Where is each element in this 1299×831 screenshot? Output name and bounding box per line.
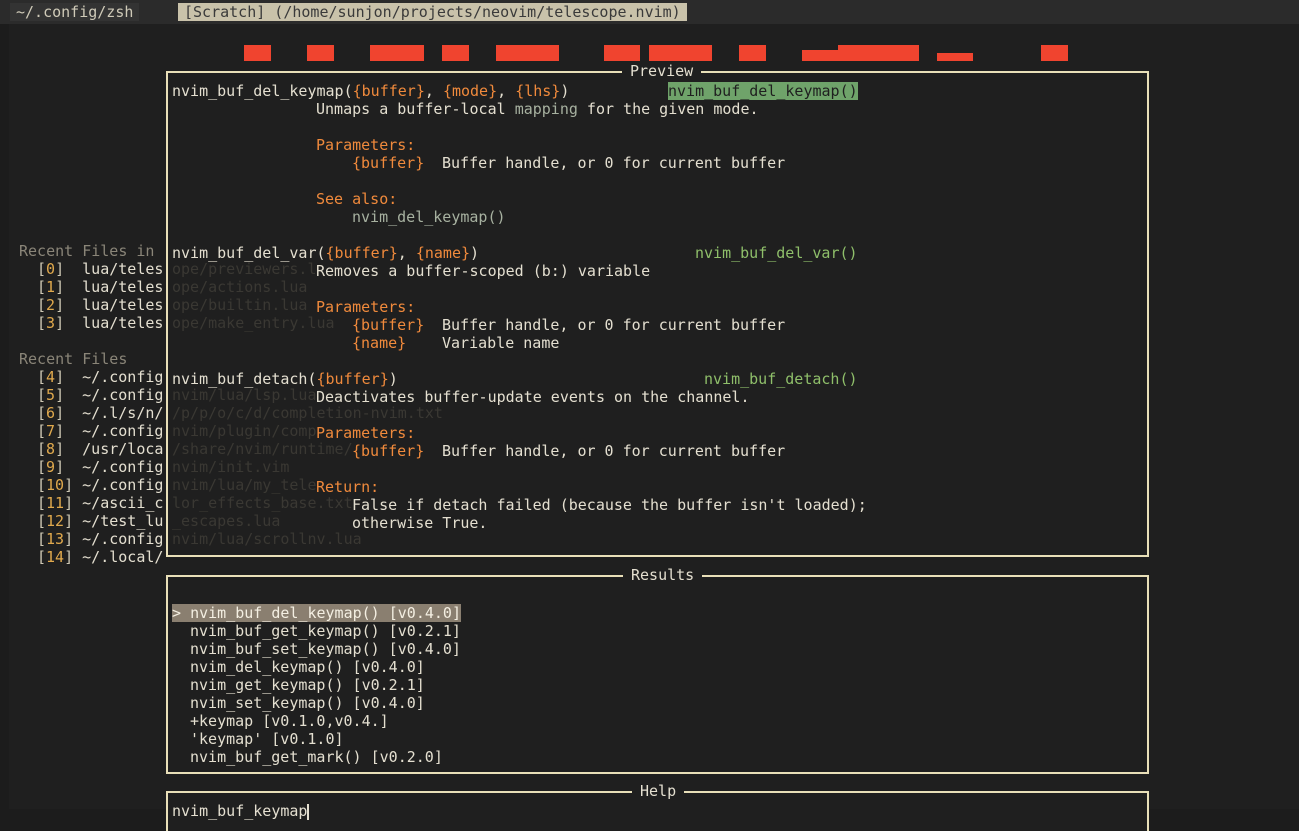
list-item[interactable]: [12] ~/test_lu [37, 512, 163, 530]
tab-zsh-config[interactable]: ~/.config/zsh [10, 3, 140, 21]
list-item[interactable]: [5] ~/.config [37, 386, 163, 404]
result-item[interactable]: 'keymap' [v0.1.0] [190, 730, 344, 748]
list-item[interactable]: [7] ~/.config [37, 422, 163, 440]
prompt-title: Help [632, 782, 685, 800]
parameter-name: {buffer} [352, 316, 425, 334]
background-text: nvim/lua/lsp.lua [172, 386, 317, 404]
parameter-name: {name} [352, 334, 407, 352]
background-text: ope/builtin.lua [172, 296, 308, 314]
result-item[interactable]: nvim_buf_get_keymap() [v0.2.1] [190, 622, 461, 640]
result-item[interactable]: nvim_del_keymap() [v0.4.0] [190, 658, 425, 676]
parameter-desc: Buffer handle, or 0 for current buffer [442, 442, 786, 460]
see-also-link[interactable]: nvim_del_keymap() [352, 208, 506, 226]
results-window: Results > nvim_buf_del_keymap() [v0.4.0]… [166, 566, 1149, 774]
result-item[interactable]: nvim_set_keymap() [v0.4.0] [190, 694, 425, 712]
result-item-selected[interactable]: > nvim_buf_del_keymap() [v0.4.0] [172, 604, 461, 622]
list-item[interactable]: [9] ~/.config [37, 458, 163, 476]
help-tag[interactable]: nvim_buf_del_var() [695, 244, 858, 262]
tab-scratch[interactable]: [Scratch] (/home/sunjon/projects/neovim/… [178, 3, 687, 21]
list-item[interactable]: [13] ~/.config [37, 530, 163, 548]
function-signature: nvim_buf_detach({buffer}) [172, 370, 398, 388]
list-item[interactable]: [3] lua/teles [37, 314, 163, 332]
function-signature: nvim_buf_del_var({buffer}, {name}) [172, 244, 480, 262]
list-item[interactable]: [0] lua/teles [37, 260, 163, 278]
recent-files-heading: Recent Files [19, 350, 128, 368]
help-tag-highlighted[interactable]: nvim_buf_del_keymap() [668, 82, 858, 100]
background-text: nvim/plugin/comp [172, 422, 317, 440]
result-item[interactable]: +keymap [v0.1.0,v0.4.] [190, 712, 389, 730]
function-description: Deactivates buffer-update events on the … [316, 388, 750, 406]
background-text: ope/actions.lua [172, 278, 308, 296]
background-text: _escapes.lua [172, 512, 281, 530]
parameter-desc: Buffer handle, or 0 for current buffer [442, 154, 786, 172]
result-item[interactable]: nvim_buf_get_mark() [v0.2.0] [190, 748, 443, 766]
background-text: /p/p/o/c/d/completion-nvim.txt [172, 404, 443, 422]
background-text: nvim/init.vim [172, 458, 290, 476]
parameter-desc: Buffer handle, or 0 for current buffer [442, 316, 786, 334]
background-text: nvim/lua/scrollnv.lua [172, 530, 362, 548]
list-item[interactable]: [10] ~/.config [37, 476, 163, 494]
result-item[interactable]: nvim_buf_set_keymap() [v0.4.0] [190, 640, 461, 658]
return-desc: otherwise True. [352, 514, 488, 532]
background-text: nvim/lua/my_tele [172, 476, 317, 494]
list-item[interactable]: [8] /usr/loca [37, 440, 163, 458]
results-title: Results [623, 566, 703, 584]
parameter-name: {buffer} [352, 154, 425, 172]
list-item[interactable]: [1] lua/teles [37, 278, 163, 296]
help-link[interactable]: mapping [515, 100, 578, 118]
parameters-heading: Parameters: [316, 298, 416, 316]
parameter-desc: Variable name [442, 334, 560, 352]
text-cursor [307, 803, 310, 820]
return-desc: False if detach failed (because the buff… [352, 496, 867, 514]
help-tag[interactable]: nvim_buf_detach() [704, 370, 858, 388]
parameter-name: {buffer} [352, 442, 425, 460]
parameters-heading: Parameters: [316, 424, 416, 442]
parameters-heading: Parameters: [316, 136, 416, 154]
background-text: /share/nvim/runtime/ [172, 440, 353, 458]
background-text: lor_effects_base.txt [172, 494, 353, 512]
function-description: Unmaps a buffer-local mapping for the gi… [316, 100, 759, 118]
background-text: ope/make_entry.lua [172, 314, 335, 332]
list-item[interactable]: [2] lua/teles [37, 296, 163, 314]
list-item[interactable]: [6] ~/.l/s/n/ [37, 404, 163, 422]
recent-files-cwd-heading: Recent Files in [19, 242, 155, 260]
tabline: ~/.config/zsh [Scratch] (/home/sunjon/pr… [0, 0, 1299, 24]
list-item[interactable]: [11] ~/ascii_c [37, 494, 163, 512]
preview-window: Preview ope/previewers.lua ope/actions.l… [166, 62, 1149, 557]
selection-caret: > [172, 604, 182, 622]
preview-title: Preview [622, 62, 702, 80]
see-also-heading: See also: [316, 190, 398, 208]
function-signature: nvim_buf_del_keymap({buffer}, {mode}, {l… [172, 82, 570, 100]
prompt-window: Help nvim_buf_keymap [166, 782, 1149, 831]
function-description: Removes a buffer-scoped (b:) variable [316, 262, 651, 280]
background-text: ope/previewers.lua [172, 260, 335, 278]
prompt-input[interactable]: nvim_buf_keymap [172, 802, 310, 820]
list-item[interactable]: [4] ~/.config [37, 368, 163, 386]
result-item[interactable]: nvim_get_keymap() [v0.2.1] [190, 676, 425, 694]
return-heading: Return: [316, 478, 380, 496]
list-item[interactable]: [14] ~/.local/ [37, 548, 163, 566]
